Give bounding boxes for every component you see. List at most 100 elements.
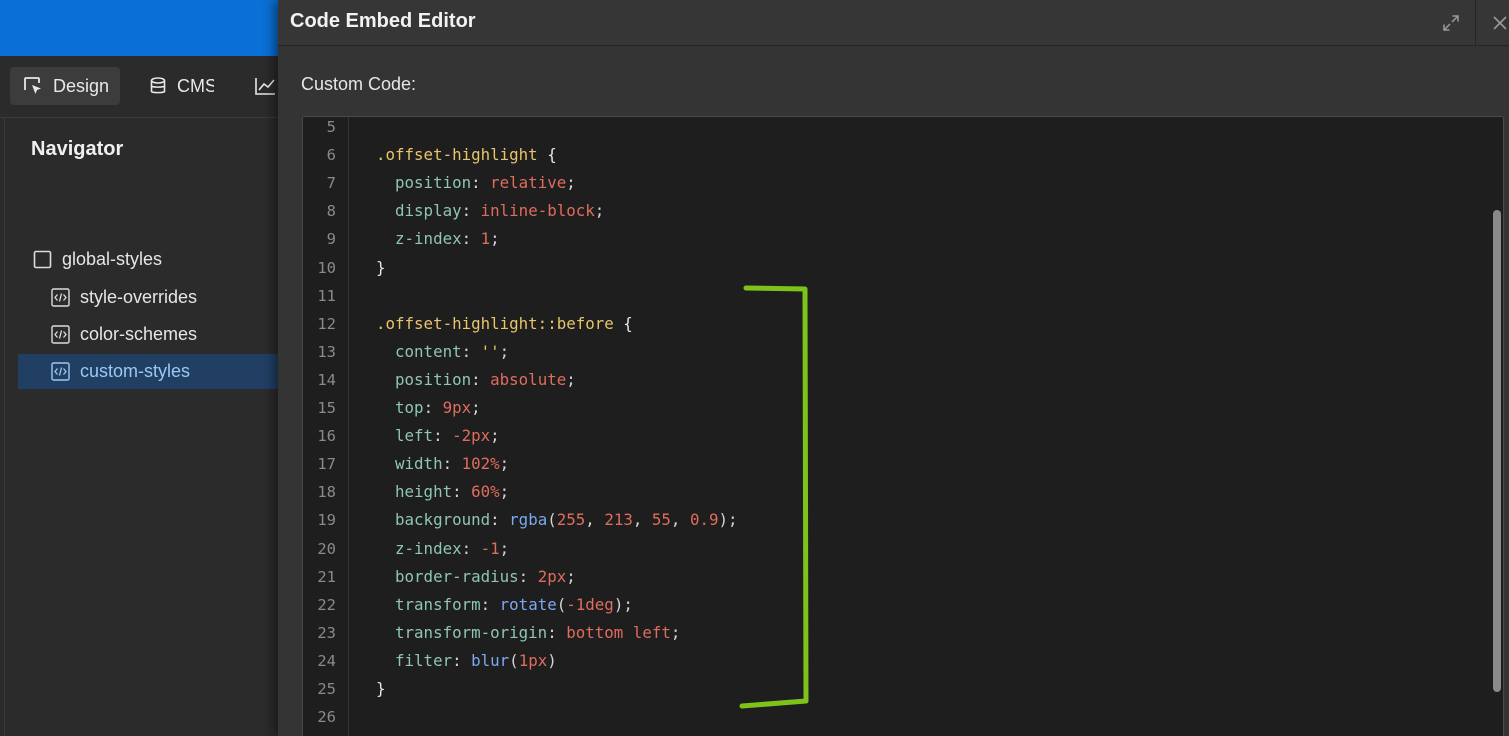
- code-token: ;: [566, 173, 576, 193]
- code-token: );: [718, 510, 738, 530]
- code-token: :: [461, 229, 481, 249]
- code-token: ;: [594, 201, 605, 221]
- code-token: (: [556, 594, 567, 614]
- code-token: relative: [490, 173, 567, 193]
- code-token: :: [461, 538, 481, 558]
- line-number: 7: [326, 174, 336, 193]
- code-token: ;: [499, 538, 510, 558]
- tab-cms[interactable]: CMS: [136, 67, 214, 105]
- code-token: top: [376, 398, 424, 417]
- code-token: -1deg: [566, 594, 614, 614]
- nav-item-label: custom-styles: [80, 361, 191, 381]
- cursor-select-icon: [24, 77, 41, 94]
- code-token: rotate: [499, 594, 557, 614]
- code-token: left: [376, 426, 434, 446]
- nav-item-label: color-schemes: [80, 324, 198, 344]
- tab-analyze[interactable]: [242, 67, 278, 105]
- close-icon: [1493, 16, 1507, 30]
- code-token: ,: [632, 510, 652, 530]
- code-token: :: [490, 510, 510, 530]
- code-line: border-radius: 2px;: [376, 567, 576, 587]
- line-number: 6: [326, 146, 336, 165]
- code-token: :: [480, 594, 500, 614]
- code-token: (: [509, 650, 519, 670]
- header-divider: [1475, 0, 1476, 46]
- code-embed-modal: Code Embed Editor Custom Code: 5 6 7 8 9 10 11…: [278, 0, 1509, 736]
- code-token: ;: [566, 369, 576, 389]
- code-token: rgba: [509, 510, 548, 530]
- code-line: display: inline-block;: [376, 201, 604, 221]
- code-token: 55: [651, 510, 671, 530]
- nav-item-global-styles[interactable]: global-styles: [33, 242, 162, 277]
- code-token: transform-origin: [376, 622, 548, 642]
- code-token: {: [613, 313, 633, 333]
- code-token: blur: [471, 650, 510, 670]
- code-token: absolute: [490, 369, 567, 389]
- code-token: width: [376, 454, 443, 474]
- code-token: ;: [499, 454, 510, 474]
- line-number: 14: [317, 370, 336, 389]
- expand-button[interactable]: [1435, 0, 1467, 46]
- line-number: 13: [317, 342, 336, 361]
- line-number: 26: [317, 708, 336, 727]
- custom-code-label: Custom Code:: [301, 74, 417, 94]
- line-number: 22: [317, 595, 336, 614]
- line-number: 10: [317, 258, 336, 277]
- code-token: z-index: [376, 538, 462, 558]
- code-token: ,: [585, 510, 605, 530]
- code-token: :: [461, 341, 481, 361]
- tab-design-label: Design: [53, 75, 110, 96]
- code-line: filter: blur(1px): [376, 651, 557, 671]
- close-button[interactable]: [1484, 0, 1509, 46]
- code-token: background: [376, 510, 491, 530]
- database-icon: [150, 77, 166, 94]
- code-token: :: [452, 482, 472, 502]
- line-number: 12: [317, 314, 336, 333]
- code-embed-icon: [51, 325, 70, 344]
- code-token: (: [547, 510, 557, 530]
- code-token: content: [376, 341, 462, 361]
- code-line: }: [376, 258, 386, 278]
- code-token: :: [547, 622, 567, 642]
- code-embed-icon: [51, 362, 70, 381]
- code-editor[interactable]: 5 6 7 8 9 10 11 12 13 14 15 16 17 18 19 20 21 22 23 24 25 26 …: [302, 116, 1504, 736]
- code-token: transform: [376, 594, 481, 614]
- code-token: .offset-highlight: [376, 145, 538, 165]
- code-token: :: [461, 201, 481, 221]
- code-token: 60%: [471, 482, 500, 502]
- code-line: left: -2px;: [376, 426, 500, 446]
- code-token: filter: [376, 650, 453, 670]
- code-line: height: 60%;: [376, 482, 509, 502]
- chart-line-icon: [255, 78, 275, 95]
- code-token: ;: [566, 566, 576, 586]
- code-token: :: [433, 426, 453, 446]
- nav-item-label: style-overrides: [80, 287, 198, 307]
- code-token: :: [442, 454, 462, 474]
- code-line: position: relative;: [376, 173, 576, 193]
- code-token: }: [376, 257, 386, 277]
- nav-item-label: global-styles: [62, 249, 163, 269]
- code-token: inline-block: [480, 201, 595, 221]
- line-number: 11: [317, 286, 336, 305]
- modal-title: Code Embed Editor: [290, 10, 476, 32]
- code-token: height: [376, 482, 453, 502]
- code-token: ;: [490, 229, 500, 249]
- editor-scrollbar-thumb[interactable]: [1493, 210, 1501, 692]
- nav-item-color-schemes[interactable]: color-schemes: [51, 317, 197, 352]
- code-token: -2px: [452, 426, 491, 446]
- code-line: .offset-highlight::before {: [376, 314, 633, 334]
- code-token: 9px: [442, 398, 472, 417]
- code-token: );: [613, 594, 633, 614]
- code-token: ;: [670, 622, 681, 642]
- tab-design[interactable]: Design: [10, 67, 120, 105]
- nav-item-style-overrides[interactable]: style-overrides: [51, 280, 197, 315]
- code-line: top: 9px;: [376, 398, 481, 418]
- code-token: position: [376, 173, 472, 193]
- code-token: ;: [499, 482, 510, 502]
- code-token: ,: [670, 510, 690, 530]
- nav-item-custom-styles[interactable]: custom-styles: [18, 354, 279, 389]
- code-token: ;: [490, 426, 500, 446]
- code-token: ;: [471, 398, 481, 417]
- line-number: 18: [317, 483, 336, 502]
- line-number: 17: [317, 455, 336, 474]
